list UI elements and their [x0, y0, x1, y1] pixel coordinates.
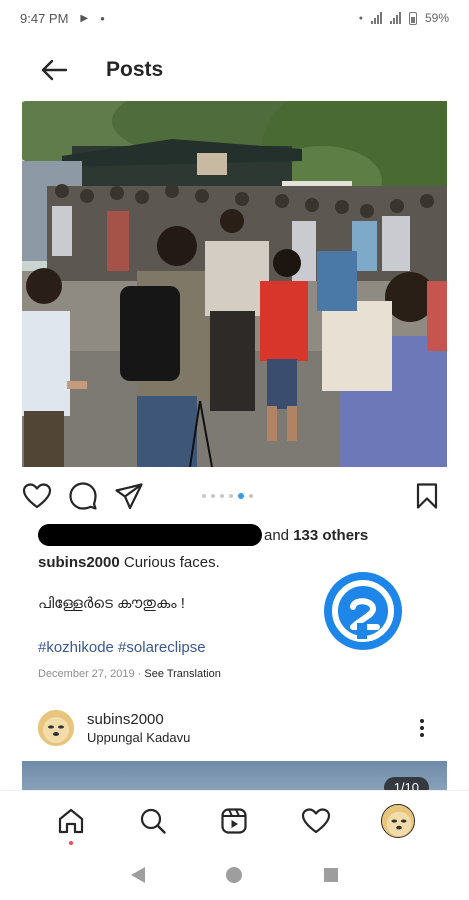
reels-icon — [221, 807, 248, 834]
nav-search[interactable] — [133, 801, 173, 841]
carousel-dot — [220, 494, 224, 498]
post-date-line: December 27, 2019 · See Translation — [38, 668, 221, 680]
avatar[interactable] — [38, 710, 74, 746]
system-back-button[interactable] — [118, 855, 158, 895]
carousel-dot — [229, 494, 233, 498]
caption-text: Curious faces. — [119, 554, 220, 571]
signal-icon — [370, 12, 382, 24]
post-image[interactable] — [22, 101, 447, 467]
bookmark-icon — [416, 483, 438, 509]
arrow-left-icon — [41, 59, 68, 81]
system-home-button[interactable] — [214, 855, 254, 895]
likes-row[interactable]: and 133 others — [38, 524, 448, 546]
redacted-usernames — [38, 524, 262, 546]
like-button[interactable] — [22, 476, 68, 516]
caption-malayalam: പിള്ളേർടെ കൗതുകം ! — [38, 595, 185, 612]
comment-icon — [69, 482, 97, 510]
heart-icon — [22, 483, 52, 509]
watermark-logo — [324, 572, 402, 650]
dot-icon: ● — [100, 13, 105, 23]
carousel-dot — [238, 493, 244, 499]
more-vertical-icon — [420, 719, 424, 723]
back-button[interactable] — [24, 44, 84, 96]
likes-text: and 133 others — [264, 526, 369, 544]
notification-dot — [68, 840, 73, 845]
app-header: Posts — [0, 44, 469, 96]
post-date: December 27, 2019 — [38, 668, 135, 680]
avatar — [381, 803, 416, 838]
nav-activity[interactable] — [296, 801, 336, 841]
nav-home[interactable] — [51, 801, 91, 845]
comment-button[interactable] — [68, 476, 114, 516]
carousel-dot — [211, 494, 215, 498]
home-icon — [58, 808, 83, 833]
see-translation-link[interactable]: See Translation — [144, 668, 220, 680]
triangle-back-icon — [131, 867, 146, 883]
bottom-navigation — [0, 790, 469, 850]
hashtags[interactable]: #kozhikode #solareclipse — [38, 639, 206, 656]
carousel-indicator — [202, 493, 253, 499]
play-icon: ▶ — [80, 12, 89, 24]
post-caption: subins2000 Curious faces. — [38, 553, 448, 573]
status-bar: 9:47 PM ▶ ● ● 59% — [0, 0, 469, 36]
author-location[interactable]: Uppungal Kadavu — [87, 730, 190, 745]
caption-username[interactable]: subins2000 — [38, 554, 120, 571]
status-time: 9:47 PM — [20, 10, 69, 26]
heart-icon — [302, 807, 331, 833]
battery-level: 59% — [424, 11, 449, 25]
post-author-row: subins2000 Uppungal Kadavu — [38, 706, 448, 750]
post-actions — [22, 476, 447, 516]
battery-icon — [408, 11, 417, 25]
send-icon — [115, 483, 143, 510]
page-title: Posts — [106, 58, 164, 81]
author-username[interactable]: subins2000 — [87, 711, 190, 728]
crowd-photo — [22, 101, 447, 467]
search-icon — [140, 808, 166, 834]
nav-reels[interactable] — [214, 801, 254, 841]
nav-profile[interactable] — [378, 801, 418, 841]
system-recents-button[interactable] — [311, 855, 351, 895]
share-button[interactable] — [114, 476, 160, 516]
save-button[interactable] — [415, 482, 439, 515]
more-options-button[interactable] — [420, 719, 424, 737]
dot-icon: ● — [358, 14, 363, 22]
system-navigation — [0, 850, 469, 900]
carousel-dot — [202, 494, 206, 498]
square-recents-icon — [323, 868, 338, 882]
carousel-dot — [249, 494, 253, 498]
circle-home-icon — [226, 867, 243, 883]
signal-icon — [389, 12, 401, 24]
